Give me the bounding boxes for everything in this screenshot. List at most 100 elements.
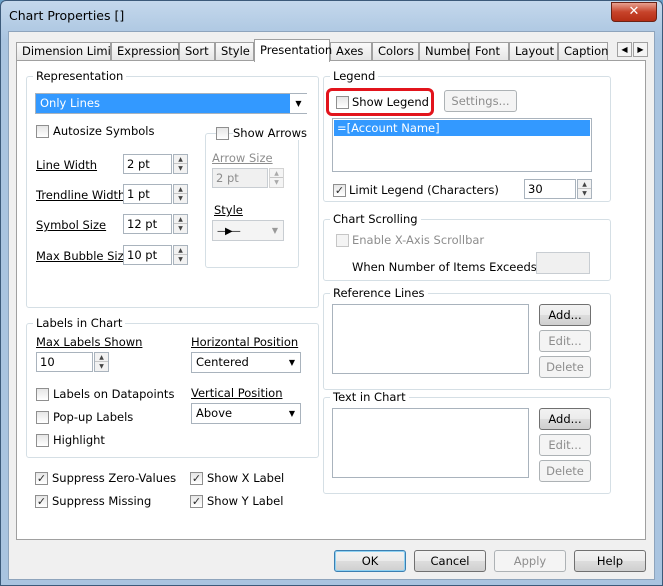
show-arrows-checkbox[interactable] bbox=[216, 127, 229, 140]
presentation-page: Representation Only Lines ▼ Autosize Sym… bbox=[16, 60, 646, 540]
autosize-symbols-checkbox[interactable] bbox=[36, 125, 49, 138]
max-bubble-size-label: Max Bubble Size bbox=[36, 249, 131, 263]
help-button[interactable]: Help bbox=[574, 550, 646, 572]
apply-button[interactable]: Apply bbox=[494, 550, 566, 572]
text-in-chart-delete-button[interactable]: Delete bbox=[539, 460, 591, 482]
enable-x-scrollbar-label: Enable X-Axis Scrollbar bbox=[352, 233, 485, 247]
reference-lines-list[interactable] bbox=[332, 304, 529, 374]
autosize-symbols-label: Autosize Symbols bbox=[53, 124, 155, 138]
arrow-size-spinner[interactable]: ▲ ▼ bbox=[269, 168, 284, 188]
horizontal-position-select[interactable]: Centered ▼ bbox=[191, 352, 301, 373]
tab-dimension-limits[interactable]: Dimension Limits bbox=[16, 42, 121, 61]
spin-down-icon[interactable]: ▼ bbox=[270, 178, 283, 187]
text-in-chart-list[interactable] bbox=[332, 408, 529, 478]
spin-up-icon[interactable]: ▲ bbox=[174, 215, 187, 224]
vertical-position-label: Vertical Position bbox=[191, 386, 283, 400]
window-title: Chart Properties [] bbox=[9, 8, 125, 23]
vertical-position-select[interactable]: Above ▼ bbox=[191, 403, 301, 424]
trendline-width-spinner[interactable]: ▲ ▼ bbox=[173, 184, 188, 204]
spin-down-icon[interactable]: ▼ bbox=[174, 255, 187, 264]
chart-properties-window: Chart Properties [] ✕ Dimension Limits E… bbox=[0, 0, 663, 586]
show-arrows-label: Show Arrows bbox=[233, 126, 310, 140]
style-label: Style bbox=[214, 203, 243, 217]
tab-scroll-right-icon[interactable]: ▶ bbox=[633, 42, 648, 57]
limit-legend-label: Limit Legend (Characters) bbox=[349, 183, 499, 197]
max-bubble-size-spinner[interactable]: ▲ ▼ bbox=[173, 245, 188, 265]
suppress-missing-checkbox[interactable]: ✓ bbox=[35, 495, 48, 508]
max-labels-shown-spinner[interactable]: ▲ ▼ bbox=[94, 352, 109, 372]
trendline-width-label: Trendline Width bbox=[36, 188, 126, 202]
show-y-label-label: Show Y Label bbox=[207, 494, 284, 508]
spin-up-icon[interactable]: ▲ bbox=[174, 155, 187, 164]
representation-value: Only Lines bbox=[40, 96, 100, 110]
arrow-size-field[interactable]: 2 pt bbox=[212, 168, 268, 188]
show-x-label-checkbox[interactable]: ✓ bbox=[190, 472, 203, 485]
tab-layout[interactable]: Layout bbox=[509, 42, 558, 61]
legend-expression-item[interactable]: =[Account Name] bbox=[334, 120, 590, 136]
suppress-zero-label: Suppress Zero-Values bbox=[52, 471, 177, 485]
popup-labels-label: Pop-up Labels bbox=[53, 410, 134, 424]
representation-select[interactable]: Only Lines ▼ bbox=[35, 93, 307, 114]
text-in-chart-edit-button[interactable]: Edit... bbox=[539, 434, 591, 456]
tab-number[interactable]: Number bbox=[419, 42, 471, 61]
spin-up-icon[interactable]: ▲ bbox=[95, 353, 108, 362]
trendline-width-field[interactable]: 1 pt bbox=[123, 184, 172, 204]
text-in-chart-add-button[interactable]: Add... bbox=[539, 408, 591, 430]
highlight-checkbox[interactable] bbox=[36, 434, 49, 447]
spin-down-icon[interactable]: ▼ bbox=[95, 362, 108, 371]
title-bar[interactable]: Chart Properties [] ✕ bbox=[1, 1, 662, 31]
arrow-style-select[interactable]: —▶— ▼ bbox=[212, 220, 284, 241]
tab-colors[interactable]: Colors bbox=[372, 42, 419, 61]
symbol-size-label: Symbol Size bbox=[36, 218, 107, 232]
limit-legend-checkbox[interactable]: ✓ bbox=[333, 184, 346, 197]
reference-lines-edit-button[interactable]: Edit... bbox=[539, 330, 591, 352]
tab-style[interactable]: Style bbox=[215, 42, 254, 61]
legend-expression-list[interactable]: =[Account Name] bbox=[332, 118, 592, 172]
spin-down-icon[interactable]: ▼ bbox=[174, 194, 187, 203]
symbol-size-spinner[interactable]: ▲ ▼ bbox=[173, 214, 188, 234]
tab-sort[interactable]: Sort bbox=[179, 42, 215, 61]
reference-lines-delete-button[interactable]: Delete bbox=[539, 356, 591, 378]
ok-button[interactable]: OK bbox=[334, 550, 406, 572]
labels-on-datapoints-checkbox[interactable] bbox=[36, 388, 49, 401]
chart-scrolling-group-label: Chart Scrolling bbox=[330, 212, 421, 226]
limit-legend-spinner[interactable]: ▲ ▼ bbox=[577, 179, 592, 199]
spin-down-icon[interactable]: ▼ bbox=[578, 189, 591, 198]
items-exceeds-field[interactable] bbox=[536, 252, 590, 274]
popup-labels-checkbox[interactable] bbox=[36, 411, 49, 424]
labels-in-chart-group: Labels in Chart Max Labels Shown 10 ▲ ▼ … bbox=[26, 316, 319, 458]
tab-expressions[interactable]: Expressions bbox=[111, 42, 185, 61]
close-button[interactable]: ✕ bbox=[611, 2, 657, 22]
dialog-client: Dimension Limits Expressions Sort Style … bbox=[8, 31, 655, 580]
chevron-down-icon: ▼ bbox=[288, 409, 295, 418]
max-labels-shown-field[interactable]: 10 bbox=[36, 352, 93, 372]
show-legend-annotation-ring bbox=[326, 88, 434, 116]
symbol-size-field[interactable]: 12 pt bbox=[123, 214, 172, 234]
enable-x-scrollbar-checkbox[interactable] bbox=[336, 234, 349, 247]
tab-caption[interactable]: Caption bbox=[558, 42, 608, 61]
tab-scroll-left-icon[interactable]: ◀ bbox=[617, 42, 632, 57]
labels-on-datapoints-label: Labels on Datapoints bbox=[53, 387, 175, 401]
spin-down-icon[interactable]: ▼ bbox=[174, 224, 187, 233]
limit-legend-field[interactable]: 30 bbox=[524, 179, 576, 199]
spin-up-icon[interactable]: ▲ bbox=[270, 169, 283, 178]
spin-up-icon[interactable]: ▲ bbox=[174, 185, 187, 194]
spin-up-icon[interactable]: ▲ bbox=[174, 246, 187, 255]
chevron-down-icon: ▼ bbox=[288, 358, 295, 367]
legend-settings-button[interactable]: Settings... bbox=[444, 90, 517, 112]
reference-lines-add-button[interactable]: Add... bbox=[539, 304, 591, 326]
spin-up-icon[interactable]: ▲ bbox=[578, 180, 591, 189]
text-in-chart-group: Text in Chart Add... Edit... Delete bbox=[323, 390, 611, 494]
cancel-button[interactable]: Cancel bbox=[414, 550, 486, 572]
tab-font[interactable]: Font bbox=[469, 42, 509, 61]
tab-presentation[interactable]: Presentation bbox=[254, 39, 332, 62]
max-bubble-size-field[interactable]: 10 pt bbox=[123, 245, 172, 265]
arrow-size-label: Arrow Size bbox=[212, 151, 273, 165]
show-y-label-checkbox[interactable]: ✓ bbox=[190, 495, 203, 508]
line-width-spinner[interactable]: ▲ ▼ bbox=[173, 154, 188, 174]
tab-axes[interactable]: Axes bbox=[330, 42, 372, 61]
spin-down-icon[interactable]: ▼ bbox=[174, 164, 187, 173]
horizontal-position-label: Horizontal Position bbox=[191, 335, 299, 349]
suppress-zero-checkbox[interactable]: ✓ bbox=[35, 472, 48, 485]
line-width-field[interactable]: 2 pt bbox=[123, 154, 172, 174]
